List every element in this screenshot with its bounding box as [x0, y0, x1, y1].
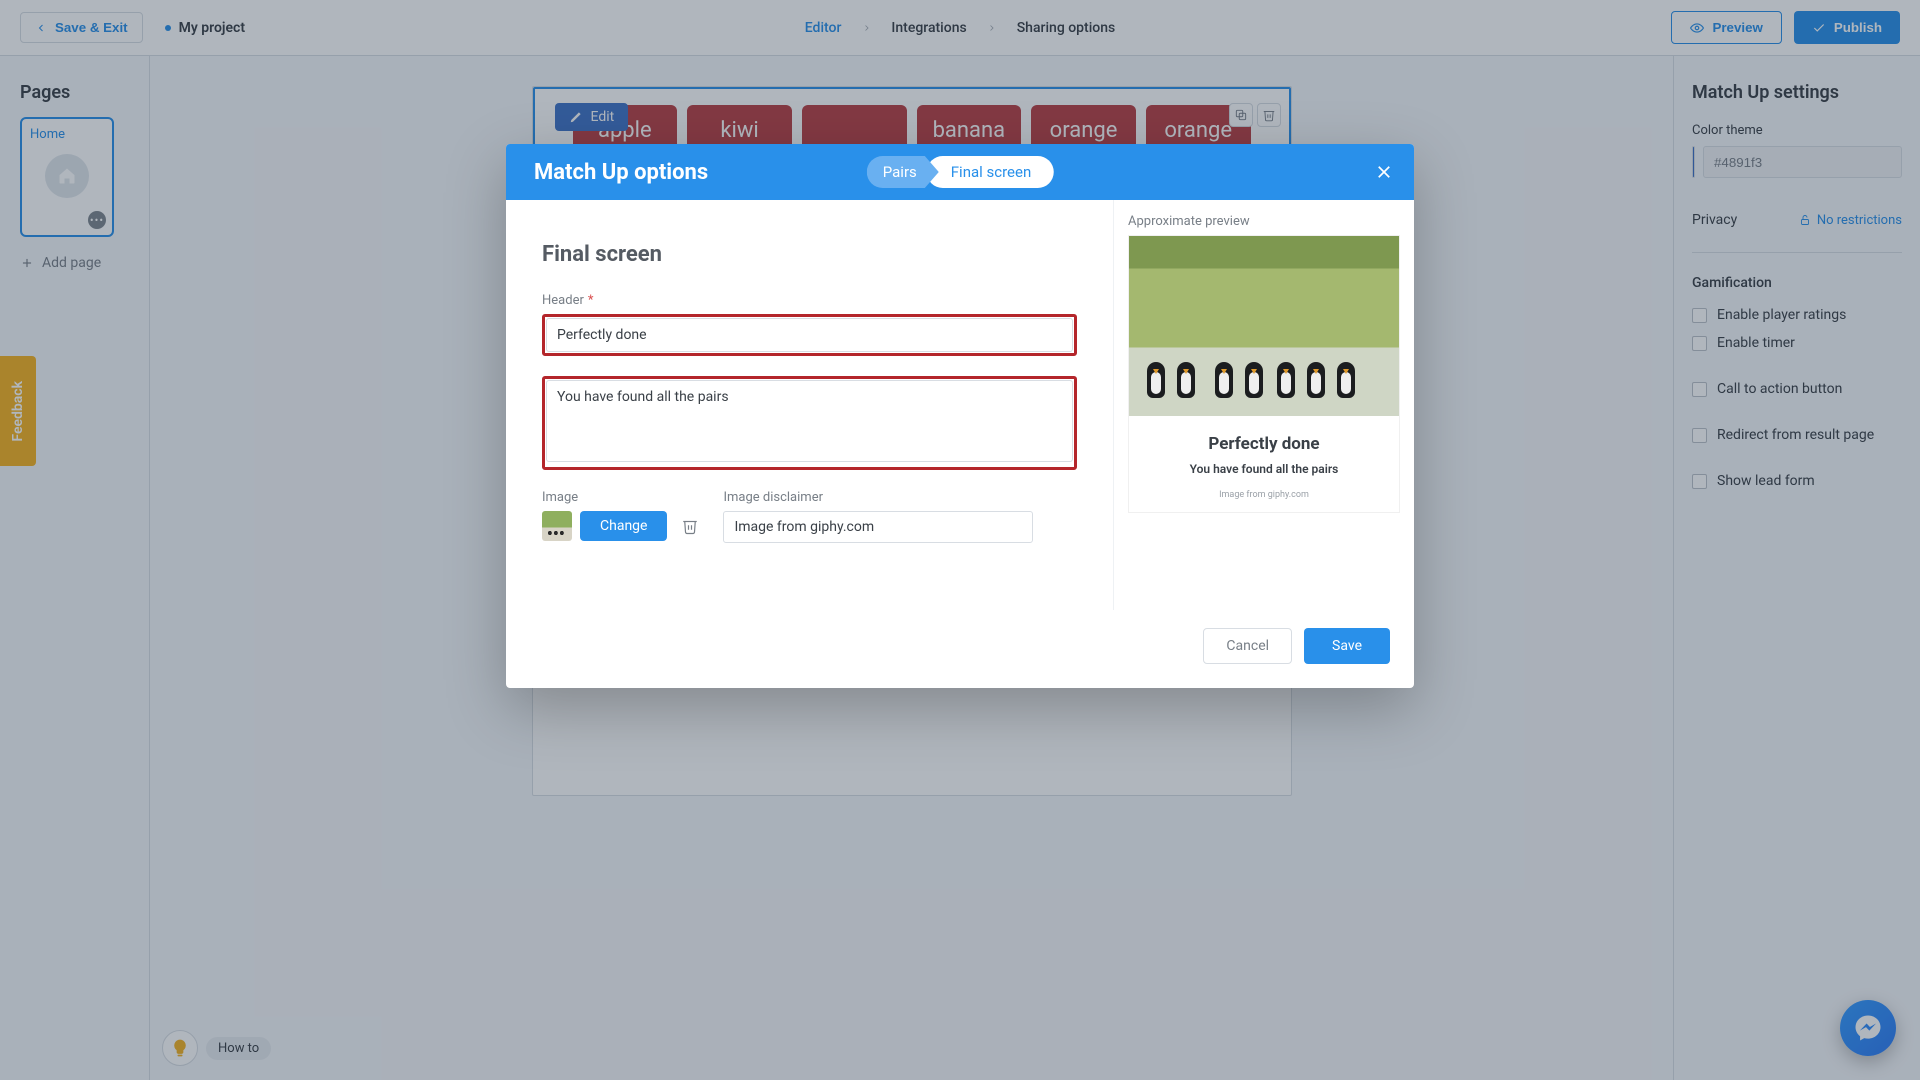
disclaimer-field-label: Image disclaimer: [723, 490, 1077, 505]
header-highlight: [542, 314, 1077, 356]
preview-title: Perfectly done: [1129, 434, 1399, 454]
modal-form: Final screen Header* Image Change: [506, 200, 1114, 610]
preview-card: Perfectly done You have found all the pa…: [1128, 235, 1400, 513]
preview-image: [1129, 236, 1399, 416]
body-highlight: [542, 376, 1077, 470]
disclaimer-input[interactable]: [723, 511, 1033, 543]
cancel-label: Cancel: [1226, 638, 1269, 654]
body-textarea[interactable]: [546, 380, 1073, 462]
header-input[interactable]: [546, 318, 1073, 352]
tab-pairs[interactable]: Pairs: [867, 156, 939, 188]
header-label-text: Header: [542, 293, 584, 308]
modal-tabs: Pairs Final screen: [867, 156, 1054, 188]
tab-pairs-label: Pairs: [883, 163, 917, 181]
modal-footer: Cancel Save: [506, 610, 1414, 688]
change-label: Change: [600, 518, 647, 534]
modal-preview: Approximate preview Perfectly done You h…: [1114, 200, 1414, 610]
image-field-label: Image: [542, 490, 699, 505]
preview-disclaimer: Image from giphy.com: [1129, 490, 1399, 500]
save-label: Save: [1332, 638, 1362, 654]
save-button[interactable]: Save: [1304, 628, 1390, 664]
remove-image-button[interactable]: [681, 517, 699, 535]
modal-header: Match Up options Pairs Final screen: [506, 144, 1414, 200]
preview-caption: Approximate preview: [1128, 214, 1400, 229]
section-title: Final screen: [542, 242, 1077, 267]
tab-final-label: Final screen: [951, 163, 1031, 181]
close-button[interactable]: [1370, 158, 1398, 186]
header-field-label: Header*: [542, 293, 1077, 308]
modal-title: Match Up options: [534, 160, 708, 185]
cancel-button[interactable]: Cancel: [1203, 628, 1292, 664]
preview-subtitle: You have found all the pairs: [1129, 462, 1399, 476]
close-icon: [1375, 163, 1393, 181]
matchup-options-modal: Match Up options Pairs Final screen Fina…: [506, 144, 1414, 688]
tab-final-screen[interactable]: Final screen: [927, 156, 1053, 188]
image-thumbnail[interactable]: [542, 511, 572, 541]
change-image-button[interactable]: Change: [580, 511, 667, 541]
